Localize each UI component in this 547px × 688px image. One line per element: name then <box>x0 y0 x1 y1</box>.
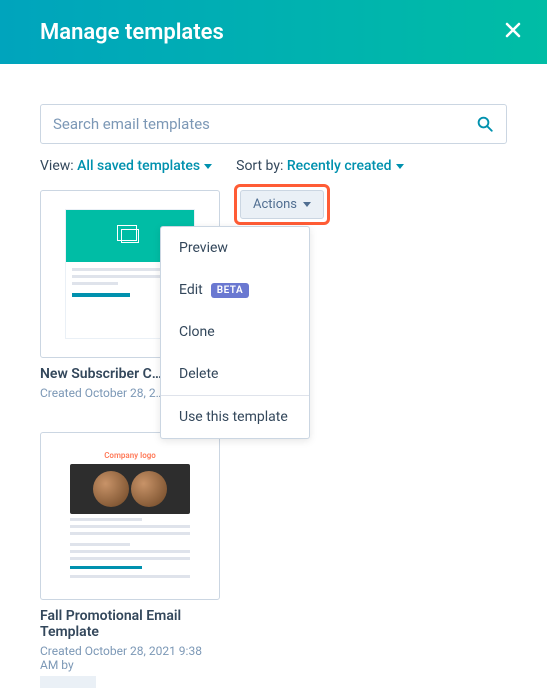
template-meta-text: Created October 28, 2021 9:38 AM by <box>40 644 220 672</box>
template-thumbnail: Company logo <box>40 432 220 600</box>
dropdown-item-preview[interactable]: Preview <box>161 227 309 269</box>
actions-highlight: Actions <box>234 184 330 225</box>
thumb-logo-text: Company logo <box>70 451 190 460</box>
dropdown-label: Use this template <box>179 409 288 425</box>
dropdown-label: Delete <box>179 366 218 382</box>
dropdown-item-clone[interactable]: Clone <box>161 311 309 353</box>
template-card[interactable]: Company logo Fall Promotional Email Temp… <box>40 432 220 688</box>
template-title: Fall Promotional Email Template <box>40 608 220 640</box>
dropdown-item-edit[interactable]: Edit BETA <box>161 269 309 311</box>
beta-badge: BETA <box>211 283 249 298</box>
actions-dropdown: Preview Edit BETA Clone Delete Use this … <box>160 226 310 439</box>
view-label: View: <box>40 158 74 174</box>
chevron-down-icon <box>204 164 212 169</box>
dropdown-label: Preview <box>179 240 228 256</box>
dropdown-label: Edit <box>179 282 203 298</box>
close-icon[interactable] <box>503 20 523 44</box>
chevron-down-icon <box>303 202 311 207</box>
search-input[interactable] <box>53 115 476 133</box>
list-controls: View: All saved templates Sort by: Recen… <box>40 158 507 174</box>
stack-icon <box>121 229 139 243</box>
search-icon <box>476 115 494 133</box>
modal-body: View: All saved templates Sort by: Recen… <box>0 64 547 688</box>
actions-button[interactable]: Actions <box>240 190 324 219</box>
dropdown-item-use-template[interactable]: Use this template <box>161 396 309 438</box>
view-dropdown[interactable]: All saved templates <box>77 158 212 174</box>
actions-label: Actions <box>253 197 297 212</box>
template-row: New Subscriber C… Created October 28, 2…… <box>40 190 507 400</box>
modal-header: Manage templates <box>0 0 547 64</box>
search-container <box>40 104 507 144</box>
redacted-author <box>40 676 96 688</box>
dropdown-label: Clone <box>179 324 215 340</box>
modal-title: Manage templates <box>40 20 224 45</box>
sort-label: Sort by: <box>236 158 283 174</box>
dropdown-item-delete[interactable]: Delete <box>161 353 309 395</box>
template-meta: Created October 28, 2021 9:38 AM by <box>40 644 220 688</box>
sort-value: Recently created <box>287 158 392 174</box>
search-button[interactable] <box>476 115 494 133</box>
view-value: All saved templates <box>77 158 200 174</box>
view-control: View: All saved templates <box>40 158 212 174</box>
sort-dropdown[interactable]: Recently created <box>287 158 404 174</box>
sort-control: Sort by: Recently created <box>236 158 403 174</box>
chevron-down-icon <box>396 164 404 169</box>
